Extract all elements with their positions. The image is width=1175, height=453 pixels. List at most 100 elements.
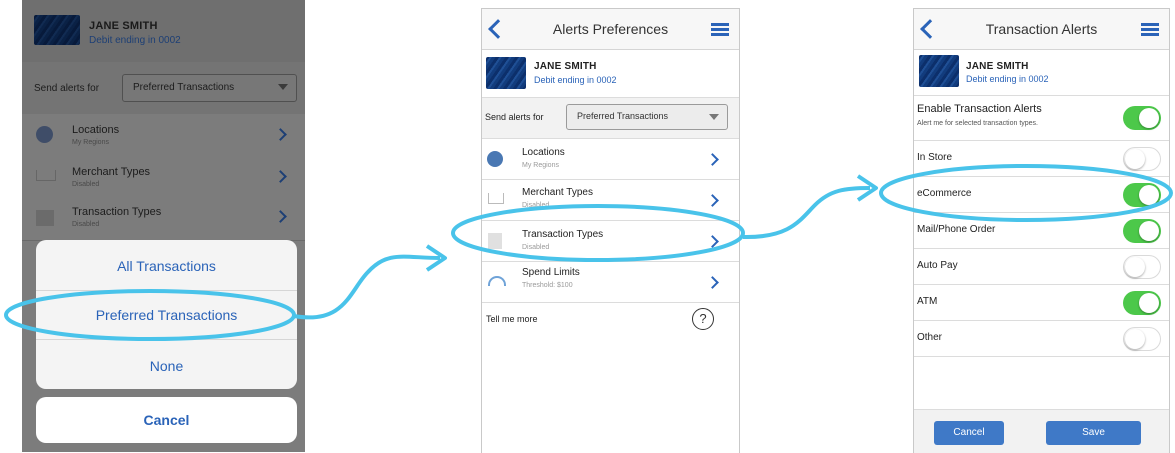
cancel-label: Cancel: [143, 412, 190, 428]
list-item-locations[interactable]: Locations My Regions: [22, 114, 305, 157]
divider: [36, 290, 297, 291]
card-thumbnail: [34, 15, 80, 45]
cancel-button[interactable]: Cancel: [934, 421, 1004, 445]
send-alerts-label: Send alerts for: [34, 83, 100, 94]
send-alerts-value: Preferred Transactions: [133, 82, 235, 93]
flow-arrow-1: [293, 254, 441, 320]
send-alerts-select[interactable]: Preferred Transactions: [566, 104, 728, 130]
gauge-icon: [488, 276, 506, 286]
list-item-merchant-types[interactable]: Merchant Types Disabled: [482, 180, 739, 221]
row-title: Merchant Types: [522, 187, 593, 198]
menu-icon[interactable]: [1141, 23, 1159, 36]
list-item-transaction-types[interactable]: Transaction Types Disabled: [482, 221, 739, 262]
chevron-right-icon: [706, 153, 719, 166]
send-alerts-label: Send alerts for: [485, 112, 544, 122]
flow-arrowhead-1: [425, 244, 447, 272]
phone-screen-transaction-alerts: Transaction Alerts JANE SMITH Debit endi…: [913, 8, 1170, 453]
tell-me-more-label[interactable]: Tell me more: [486, 314, 538, 324]
building-icon: [36, 210, 54, 226]
toggle-knob: [1139, 185, 1159, 205]
toggle-knob: [1125, 149, 1145, 169]
transaction-type-toggle[interactable]: [1123, 255, 1161, 279]
row-title: Transaction Types: [522, 229, 604, 240]
save-button[interactable]: Save: [1046, 421, 1141, 445]
chevron-right-icon: [706, 276, 719, 289]
action-sheet: All Transactions Preferred Transactions …: [36, 240, 297, 389]
account-name: JANE SMITH: [534, 61, 597, 72]
chevron-right-icon: [274, 128, 287, 141]
transaction-type-row: Auto Pay: [914, 249, 1169, 285]
transaction-type-label: Mail/Phone Order: [917, 224, 996, 235]
transaction-type-row: eCommerce: [914, 177, 1169, 213]
chevron-right-icon: [706, 194, 719, 207]
enable-alerts-title: Enable Transaction Alerts: [917, 103, 1042, 115]
list-item-merchant-types[interactable]: Merchant Types Disabled: [22, 156, 305, 199]
help-icon[interactable]: ?: [692, 308, 714, 330]
list-item-spend-limits[interactable]: Spend Limits Threshold: $100: [482, 262, 739, 303]
flow-arrowhead-2: [856, 174, 878, 202]
transaction-type-toggle[interactable]: [1123, 291, 1161, 315]
row-subtitle: My Regions: [72, 139, 109, 146]
footer-bar: Cancel Save: [914, 409, 1169, 453]
card-number: Debit ending in 0002: [534, 75, 617, 85]
send-alerts-bar: Send alerts for Preferred Transactions: [22, 62, 305, 114]
row-title: Locations: [522, 147, 565, 158]
list-item-transaction-types[interactable]: Transaction Types Disabled: [22, 198, 305, 241]
enable-alerts-subtitle: Alert me for selected transaction types.: [917, 120, 1038, 127]
nav-bar: Alerts Preferences: [482, 9, 739, 50]
row-subtitle: Disabled: [522, 202, 550, 209]
cart-icon: [488, 193, 504, 204]
row-subtitle: Disabled: [72, 221, 100, 228]
phone-screen-alerts-preferences: Alerts Preferences JANE SMITH Debit endi…: [481, 8, 740, 453]
send-alerts-value: Preferred Transactions: [577, 111, 669, 121]
row-title: Spend Limits: [522, 267, 580, 278]
card-number: Debit ending in 0002: [966, 74, 1049, 84]
transaction-type-label: ATM: [917, 296, 938, 307]
option-preferred-transactions[interactable]: Preferred Transactions: [36, 307, 297, 323]
account-name: JANE SMITH: [89, 20, 158, 32]
card-thumbnail: [486, 57, 526, 89]
account-name: JANE SMITH: [966, 61, 1029, 72]
transaction-type-row: Other: [914, 321, 1169, 357]
transaction-type-row: ATM: [914, 285, 1169, 321]
row-title: Locations: [72, 124, 120, 136]
transaction-type-label: Other: [917, 332, 943, 343]
phone-screen-alert-options: JANE SMITH Debit ending in 0002 Send ale…: [22, 0, 305, 452]
transaction-type-label: In Store: [917, 152, 953, 163]
transaction-type-label: eCommerce: [917, 188, 972, 199]
chevron-down-icon: [709, 114, 719, 120]
card-thumbnail: [919, 55, 959, 87]
row-subtitle: Disabled: [72, 181, 100, 188]
chevron-right-icon: [274, 170, 287, 183]
flow-arrow-2: [742, 186, 871, 240]
globe-icon: [487, 151, 503, 167]
divider: [36, 339, 297, 340]
menu-icon[interactable]: [711, 23, 729, 36]
row-subtitle: Disabled: [522, 244, 550, 251]
transaction-type-toggle[interactable]: [1123, 183, 1161, 207]
transaction-type-toggle[interactable]: [1123, 147, 1161, 171]
option-none[interactable]: None: [36, 358, 297, 374]
building-icon: [488, 233, 502, 249]
chevron-down-icon: [278, 84, 288, 90]
enable-alerts-toggle[interactable]: [1123, 106, 1161, 130]
globe-icon: [36, 126, 53, 143]
row-subtitle: Threshold: $100: [522, 282, 573, 289]
account-header: JANE SMITH Debit ending in 0002: [914, 50, 1169, 96]
nav-bar: Transaction Alerts: [914, 9, 1169, 50]
list-item-locations[interactable]: Locations My Regions: [482, 139, 739, 180]
account-header: JANE SMITH Debit ending in 0002: [482, 50, 739, 98]
page-title: Transaction Alerts: [985, 21, 1098, 37]
transaction-type-toggle[interactable]: [1123, 327, 1161, 351]
option-all-transactions[interactable]: All Transactions: [36, 258, 297, 274]
cancel-button[interactable]: Cancel: [36, 397, 297, 443]
send-alerts-select[interactable]: Preferred Transactions: [122, 74, 297, 102]
toggle-knob: [1125, 329, 1145, 349]
row-title: Transaction Types: [72, 206, 162, 218]
transaction-type-toggle[interactable]: [1123, 219, 1161, 243]
toggle-knob: [1139, 221, 1159, 241]
card-number: Debit ending in 0002: [89, 35, 181, 46]
row-title: Merchant Types: [72, 166, 151, 178]
row-subtitle: My Regions: [522, 162, 559, 169]
toggle-knob: [1125, 257, 1145, 277]
